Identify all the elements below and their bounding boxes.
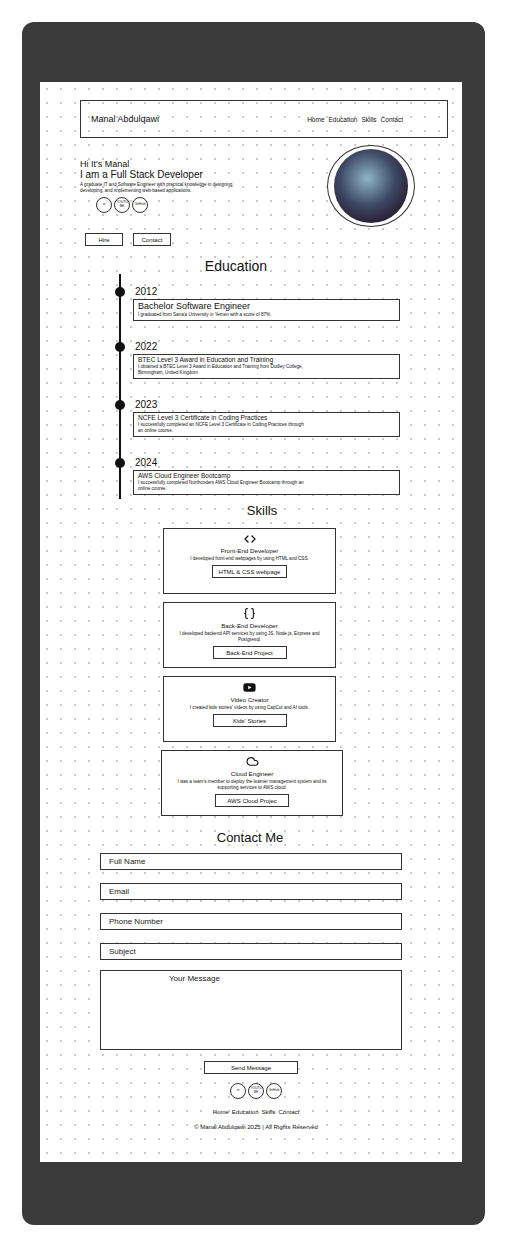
avatar-photo bbox=[334, 149, 408, 223]
footer-link[interactable]: Home bbox=[213, 1109, 229, 1115]
timeline: 2012Bachelor Software EngineerI graduate… bbox=[115, 274, 448, 499]
device-frame: Manal AbdulqawiHomeEducationSkillsContac… bbox=[22, 22, 485, 1225]
skill-title: Video Creator bbox=[230, 696, 268, 704]
youtube-icon bbox=[243, 681, 256, 694]
timeline-dot bbox=[115, 458, 125, 468]
social-link[interactable]: in bbox=[230, 1083, 246, 1099]
greeting: Hi It's Manal bbox=[80, 159, 250, 169]
skill-description: I created kids stories' videos by using … bbox=[190, 705, 309, 711]
social-link[interactable]: YOUTUBE bbox=[248, 1083, 264, 1099]
form-field[interactable] bbox=[100, 883, 402, 900]
skill-button[interactable]: Back-End Project bbox=[213, 646, 287, 659]
skill-button[interactable]: AWS Cloud Projec bbox=[215, 794, 289, 807]
entry-year: 2023 bbox=[135, 399, 448, 411]
entry-box: NCFE Level 3 Certificate in Coding Pract… bbox=[133, 412, 400, 437]
social-link[interactable]: GitHub bbox=[266, 1083, 282, 1099]
section-title: Education bbox=[80, 258, 448, 274]
entry-description: I graduated from Sana'a University in Ye… bbox=[138, 312, 308, 318]
timeline-entry: 2024AWS Cloud Engineer BootcampI success… bbox=[115, 457, 448, 495]
brand: Manal Abdulqawi bbox=[91, 114, 159, 124]
nav-link[interactable]: Skills bbox=[361, 116, 376, 123]
send-button[interactable]: Send Message bbox=[204, 1061, 298, 1074]
nav-link[interactable]: Home bbox=[307, 116, 324, 123]
entry-box: BTEC Level 3 Award in Education and Trai… bbox=[133, 354, 400, 379]
entry-year: 2024 bbox=[135, 457, 448, 469]
entry-title: Bachelor Software Engineer bbox=[138, 301, 395, 312]
skill-card: Back-End DeveloperI developed backend AP… bbox=[163, 602, 336, 668]
entry-description: I obtained a BTEC Level 3 Award in Educa… bbox=[138, 364, 308, 376]
skill-title: Front-End Developer bbox=[221, 547, 278, 555]
entry-title: NCFE Level 3 Certificate in Coding Pract… bbox=[138, 414, 395, 422]
entry-title: AWS Cloud Engineer Bootcamp bbox=[138, 472, 395, 480]
timeline-dot bbox=[115, 287, 125, 297]
entry-box: AWS Cloud Engineer BootcampI successfull… bbox=[133, 470, 400, 495]
entry-title: BTEC Level 3 Award in Education and Trai… bbox=[138, 356, 395, 364]
skill-description: I developed backend API services by usin… bbox=[170, 631, 329, 643]
social-link[interactable]: GitHub bbox=[132, 197, 148, 213]
skill-button[interactable]: HTML & CSS webpage bbox=[212, 565, 288, 578]
entry-body: 2024AWS Cloud Engineer BootcampI success… bbox=[125, 457, 448, 495]
footer-link[interactable]: Skills bbox=[262, 1109, 276, 1115]
footer-links: HomeEducationSkillsContact bbox=[213, 1109, 299, 1115]
timeline-entry: 2023 NCFE Level 3 Certificate in Coding P… bbox=[115, 399, 448, 457]
social-links: inYOUTUBEGitHub bbox=[230, 1083, 282, 1099]
social-link[interactable]: in bbox=[96, 197, 112, 213]
footer-link[interactable]: Contact bbox=[279, 1109, 300, 1115]
section-title: Skills bbox=[80, 503, 448, 518]
hero-button[interactable]: Hire bbox=[85, 233, 123, 246]
skill-button[interactable]: Kids' Stories bbox=[213, 714, 287, 727]
contact-form: Send Message bbox=[100, 853, 402, 1074]
skill-card: Cloud EngineerI was a team's member to d… bbox=[161, 750, 343, 816]
form-field[interactable] bbox=[100, 853, 402, 870]
footer-link[interactable]: Education bbox=[232, 1109, 259, 1115]
skill-title: Cloud Engineer bbox=[231, 770, 274, 778]
braces-icon bbox=[243, 607, 256, 620]
entry-year: 2022 bbox=[135, 341, 448, 353]
footer: inYOUTUBEGitHub HomeEducationSkillsContac… bbox=[80, 1080, 448, 1130]
entry-body: 2023 NCFE Level 3 Certificate in Coding P… bbox=[125, 399, 448, 437]
entry-description: I successfully completed an NCFE Level 3… bbox=[138, 422, 308, 434]
social-link[interactable]: YOUTUBE bbox=[114, 197, 130, 213]
nav-link[interactable]: Contact bbox=[381, 116, 403, 123]
skill-card: Front-End DeveloperI developed front-end… bbox=[163, 528, 336, 594]
skill-description: I developed front-end webpages by using … bbox=[190, 556, 309, 562]
hero-text: Hi It's ManalI am a Full Stack Developer… bbox=[80, 145, 250, 227]
hero-button[interactable]: Contact bbox=[133, 233, 171, 246]
entry-body: 2022 BTEC Level 3 Award in Education and … bbox=[125, 341, 448, 379]
timeline-entry: 2022 BTEC Level 3 Award in Education and … bbox=[115, 341, 448, 399]
skill-cards: Front-End DeveloperI developed front-end… bbox=[163, 528, 448, 816]
navbar: Manal Abdulqawi Home EducationSkills Contac… bbox=[80, 100, 448, 138]
hero-title: I am a Full Stack Developer bbox=[80, 169, 250, 180]
screen: Manal AbdulqawiHomeEducationSkillsContac… bbox=[40, 82, 462, 1162]
entry-year: 2012 bbox=[135, 286, 448, 298]
entry-description: I successfully completed Northcoders AWS… bbox=[138, 480, 308, 492]
copyright: © Manal Abdulqawi 2025 | All Rights Rese… bbox=[194, 1124, 318, 1130]
hero: Hi It's ManalI am a Full Stack Developer… bbox=[80, 145, 448, 227]
form-field[interactable] bbox=[100, 913, 402, 930]
form-field[interactable] bbox=[100, 943, 402, 960]
hero-buttons: Hire Contact bbox=[85, 233, 448, 246]
entry-body: 2012Bachelor Software EngineerI graduate… bbox=[125, 286, 448, 321]
nav-links: Home EducationSkills Contact bbox=[307, 116, 403, 123]
timeline-entry: 2012Bachelor Software EngineerI graduate… bbox=[115, 286, 448, 341]
entry-box: Bachelor Software EngineerI graduated fr… bbox=[133, 299, 400, 321]
skill-card: Video CreatorI created kids stories' vid… bbox=[163, 676, 336, 742]
code-icon bbox=[244, 533, 256, 545]
nav-link[interactable]: Education bbox=[329, 116, 358, 123]
skill-description: I was a team's member to deploy the lear… bbox=[168, 779, 336, 791]
social-links: inYOUTUBEGitHub bbox=[96, 197, 250, 213]
timeline-dot bbox=[115, 342, 125, 352]
message-field[interactable] bbox=[100, 970, 402, 1050]
skill-title: Back-End Developer bbox=[221, 622, 278, 630]
section-title: Contact Me bbox=[80, 830, 448, 845]
hero-description: A graduate IT and Software Engineer with… bbox=[80, 182, 240, 194]
timeline-dot bbox=[115, 400, 125, 410]
avatar bbox=[327, 145, 415, 227]
cloud-icon bbox=[246, 755, 259, 768]
